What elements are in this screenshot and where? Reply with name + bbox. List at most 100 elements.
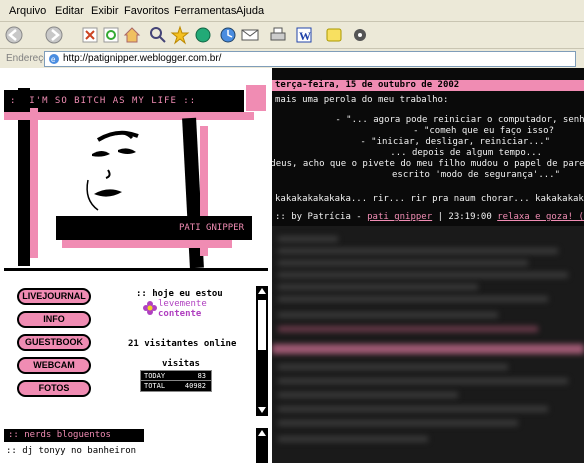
refresh-icon[interactable] (101, 25, 121, 45)
post-line-6: escrito 'modo de segurança'..." (392, 170, 560, 180)
blur-line (278, 406, 548, 412)
visitors-online: 21 visitantes online (128, 339, 237, 349)
name-bar: PATI GNIPPER (56, 216, 252, 240)
print-icon[interactable] (268, 25, 288, 45)
menu-bar: Arquivo Editar Exibir Favoritos Ferramen… (0, 0, 584, 22)
post-laugh: kakakakakakaka... rir... rir pra naum ch… (275, 194, 584, 204)
blur-line (278, 236, 338, 242)
total-value: 40982 (184, 382, 206, 390)
top-white (0, 68, 272, 88)
scroll-up-icon[interactable] (258, 288, 266, 294)
menu-ferramentas[interactable]: Ferramentas (174, 5, 236, 17)
history-icon[interactable] (218, 25, 238, 45)
divider (4, 268, 268, 271)
mood-line2: contente (158, 309, 202, 319)
toolbar: W (0, 22, 584, 49)
guestbook-button[interactable]: GUESTBOOK (17, 334, 91, 351)
address-bar: Endereço e http://patignipper.weblogger.… (0, 49, 584, 69)
edit-icon[interactable]: W (294, 25, 314, 45)
bottom-pink-bar (62, 240, 232, 248)
scroll-down-icon[interactable] (258, 407, 266, 413)
search-icon[interactable] (148, 25, 168, 45)
author-name: PATI GNIPPER (178, 223, 244, 233)
media-icon[interactable] (193, 25, 213, 45)
author-link[interactable]: pati_gnipper (367, 212, 432, 222)
svg-text:W: W (299, 29, 311, 43)
visits-label: visitas (162, 359, 200, 369)
counter-divider (141, 380, 211, 381)
flower-icon (143, 301, 157, 315)
post-intro: mais uma perola do meu trabalho: (275, 95, 449, 105)
menu-exibir[interactable]: Exibir (91, 5, 119, 17)
post-line-1: - "... agora pode reiniciar o computador… (335, 115, 584, 125)
right-column: terça-feira, 15 de outubro de 2002 mais … (272, 68, 584, 463)
title-bar: :: I'M SO BITCH AS MY LIFE :: (4, 90, 244, 112)
post-date: terça-feira, 15 de outubro de 2002 (275, 80, 460, 90)
messenger-icon[interactable] (324, 25, 344, 45)
post-line-2: - "comeh que eu faço isso? (413, 126, 554, 136)
post-line-3: - "iniciar, desligar, reiniciar..." (360, 137, 550, 147)
blur-pink-bar (272, 344, 584, 354)
nerds-scrollbar[interactable] (256, 428, 268, 463)
total-label: TOTAL (144, 382, 166, 390)
visit-counter: TODAY 83 TOTAL 40982 (140, 370, 212, 392)
ie-page-icon: e (49, 54, 59, 64)
post-line-5: - "ai meu deus, acho que o pivete do meu… (272, 159, 584, 169)
extra-icon[interactable] (350, 25, 370, 45)
left-post-pink (30, 108, 38, 258)
mood-line1: levemente (158, 299, 207, 309)
post-time: | 23:19:00 (437, 212, 492, 222)
face-illustration (86, 130, 139, 211)
blur-line (278, 364, 508, 370)
blur-line (278, 378, 568, 384)
comments-link[interactable]: relaxa e goza! (3) (497, 212, 584, 222)
webcam-button[interactable]: WEBCAM (17, 357, 91, 374)
nerds-scroll-up-icon[interactable] (258, 430, 266, 436)
blur-line (278, 392, 458, 398)
byline-prefix: :: by Patrícia - (275, 212, 362, 222)
top-pink-bar (4, 112, 254, 120)
info-button[interactable]: INFO (17, 311, 91, 328)
menu-ajuda[interactable]: Ajuda (236, 5, 264, 17)
fotos-button[interactable]: FOTOS (17, 380, 91, 397)
favorites-icon[interactable] (170, 25, 190, 45)
post-line-4: ... depois de algum tempo... (390, 148, 542, 158)
blur-line (278, 312, 498, 318)
stop-icon[interactable] (80, 25, 100, 45)
blur-line (278, 326, 538, 332)
blur-line (278, 296, 548, 302)
blur-line (278, 420, 518, 426)
blur-line (278, 260, 528, 266)
blurred-content (272, 226, 584, 463)
menu-favoritos[interactable]: Favoritos (124, 5, 169, 17)
livejournal-button[interactable]: LIVEJOURNAL (17, 288, 91, 305)
blur-line (278, 436, 428, 442)
svg-text:e: e (51, 55, 56, 64)
address-input[interactable]: e http://patignipper.weblogger.com.br/ (44, 51, 576, 67)
menu-editar[interactable]: Editar (55, 5, 84, 17)
nerds-header: :: nerds bloguentos (4, 429, 144, 442)
menu-arquivo[interactable]: Arquivo (9, 5, 46, 17)
mail-icon[interactable] (240, 25, 260, 45)
mood-prefix: :: hoje eu estou (136, 289, 223, 299)
left-column: :: I'M SO BITCH AS MY LIFE :: PATI GNIPP… (0, 68, 272, 463)
nerds-first[interactable]: :: dj tonyy no banheiron (6, 446, 136, 456)
web-page: :: I'M SO BITCH AS MY LIFE :: PATI GNIPP… (0, 68, 584, 463)
nerds-title: :: nerds bloguentos (8, 430, 111, 440)
pink-block (246, 85, 266, 111)
post-byline: :: by Patrícia - pati_gnipper | 23:19:00… (275, 212, 584, 222)
blur-line (278, 248, 558, 254)
today-label: TODAY (144, 372, 166, 380)
home-icon[interactable] (122, 25, 142, 45)
today-value: 83 (197, 372, 206, 380)
inner-scrollbar[interactable] (256, 286, 268, 416)
forward-icon[interactable] (44, 25, 64, 45)
address-label: Endereço (6, 53, 49, 64)
blur-line (278, 284, 478, 290)
back-icon[interactable] (4, 25, 24, 45)
blog-title: :: I'M SO BITCH AS MY LIFE :: (10, 96, 197, 106)
post-date-bar: terça-feira, 15 de outubro de 2002 (272, 80, 584, 91)
address-url: http://patignipper.weblogger.com.br/ (63, 53, 222, 64)
scroll-thumb[interactable] (258, 300, 266, 350)
blur-line (278, 272, 568, 278)
